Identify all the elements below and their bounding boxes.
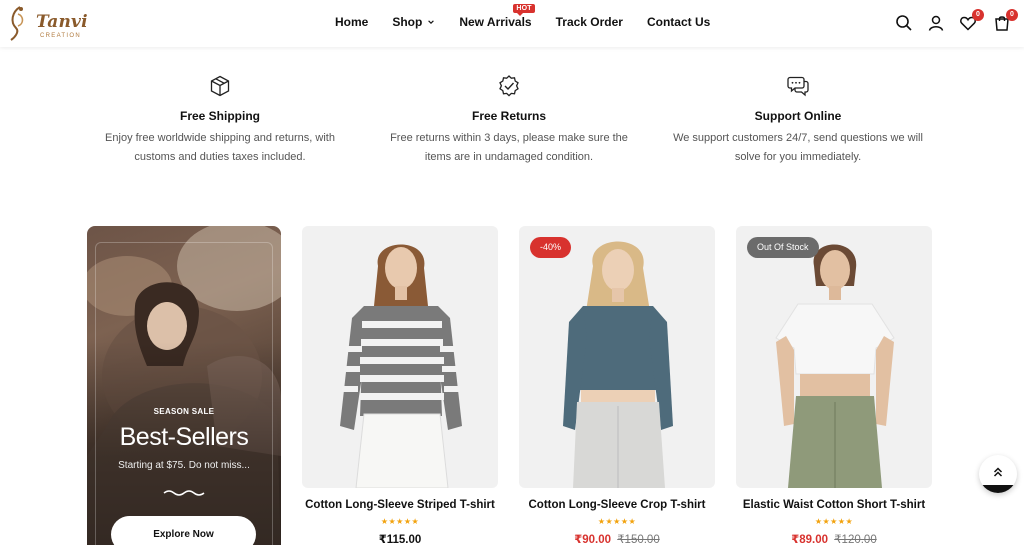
feature-description-line: customs and duties taxes included. [134,150,306,163]
nav-track-order[interactable]: Track Order [556,15,623,29]
rating-stars: ★★★★★ [380,517,420,526]
price-row: ₹90.00 ₹150.00 [519,532,715,545]
back-to-top-button[interactable] [979,455,1017,493]
price-current: ₹115.00 [378,534,422,545]
nav-contact-us-label: Contact Us [646,15,711,29]
logo[interactable]: Tanvi CREATION [6,4,88,42]
search-icon[interactable] [895,14,913,32]
product-card[interactable]: -40% Cotton Long-Sleeve Crop T-shirt ★★★… [519,226,715,545]
feature-title: Free Shipping [179,109,260,123]
product-photo-striped-tshirt [340,244,462,488]
box-icon [210,75,230,97]
nav-new-arrivals-label: New Arrivals [459,15,532,29]
nav-shop-label: Shop [392,15,423,29]
feature-description: Free returns within 3 days, please make … [369,129,649,166]
double-chevron-up-icon [993,467,1003,477]
feature-free-returns: Free Returns Free returns within 3 days,… [369,74,649,166]
feature-free-shipping: Free Shipping Enjoy free worldwide shipp… [80,74,360,166]
feature-description-line: We support customers 24/7, send question… [673,132,923,144]
product-image[interactable] [302,226,498,488]
nav-home[interactable]: Home [335,15,368,29]
product-photo-short-tshirt [775,244,895,488]
nav-shop[interactable]: Shop [392,15,435,29]
main-nav: Home Shop New Arrivals HOT Track Order C… [335,4,710,29]
price-row: ₹89.00 ₹120.00 [736,532,932,545]
chat-icon [787,76,809,97]
nav-track-order-label: Track Order [555,15,623,29]
product-image[interactable]: Out Of Stock [736,226,932,488]
nav-home-label: Home [335,15,369,29]
feature-title: Support Online [754,109,842,123]
price-original: ₹120.00 [834,534,877,545]
product-name[interactable]: Cotton Long-Sleeve Crop T-shirt [519,499,715,511]
cart-count-badge: 0 [1006,9,1018,21]
hot-badge: HOT [513,4,535,16]
price-row: ₹115.00 [302,532,498,545]
price-current: ₹90.00 [574,534,612,545]
feature-description-line: Enjoy free worldwide shipping and return… [105,132,335,144]
logo-text: Tanvi [36,12,88,32]
feature-description: We support customers 24/7, send question… [658,129,938,166]
feature-description-line: Free returns within 3 days, please make … [390,132,628,144]
price-original: ₹150.00 [617,534,660,545]
price-current: ₹89.00 [791,534,829,545]
cart-icon[interactable]: 0 [993,9,1018,32]
promo-kicker: SEASON SALE [153,407,215,416]
rating-stars: ★★★★★ [597,517,637,526]
feature-description: Enjoy free worldwide shipping and return… [80,129,360,166]
badge-check-icon [499,75,519,97]
stock-status-tag: Out Of Stock [747,237,819,258]
nav-contact-us[interactable]: Contact Us [647,15,710,29]
wishlist-icon[interactable]: 0 [959,9,984,32]
feature-support-online: Support Online We support customers 24/7… [658,74,938,166]
feature-description-line: items are in undamaged condition. [424,150,594,163]
feature-description-line: solve for you immediately. [734,150,862,163]
site-header: Tanvi CREATION Home Shop New Arrivals HO… [0,0,1024,47]
nav-new-arrivals[interactable]: New Arrivals HOT [459,4,535,29]
promo-frame [95,242,273,545]
product-name[interactable]: Elastic Waist Cotton Short T-shirt [736,499,932,511]
product-image[interactable]: -40% [519,226,715,488]
product-photo-crop-tshirt [563,241,673,488]
promo-subtitle: Starting at $75. Do not miss... [118,460,250,471]
discount-tag: -40% [530,237,572,258]
rating-stars: ★★★★★ [814,517,854,526]
product-name[interactable]: Cotton Long-Sleeve Striped T-shirt [302,499,498,511]
account-icon[interactable] [927,14,945,32]
promo-title: Best-Sellers [119,423,249,451]
chevron-down-icon [428,20,435,24]
promo-banner[interactable]: SEASON SALE Best-Sellers Starting at $75… [87,226,281,545]
product-card[interactable]: Cotton Long-Sleeve Striped T-shirt ★★★★★… [302,226,498,545]
feature-title: Free Returns [471,109,547,123]
logo-subtitle: CREATION [40,33,81,39]
wave-divider-icon [163,490,205,496]
explore-now-button[interactable]: Explore Now [111,516,256,545]
wishlist-count-badge: 0 [972,9,984,21]
logo-mark-icon [10,6,24,41]
back-to-top-shadow [979,485,1017,493]
product-card[interactable]: Out Of Stock Elastic Waist Cotton Short … [736,226,932,545]
